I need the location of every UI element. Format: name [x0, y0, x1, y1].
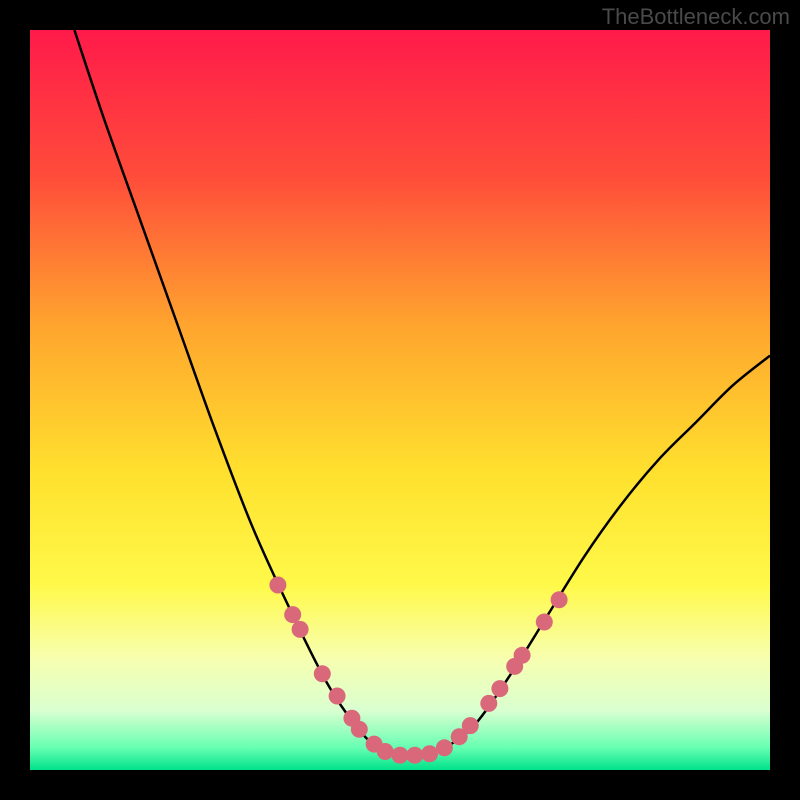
data-marker [284, 606, 301, 623]
data-marker [480, 695, 497, 712]
chart-frame: TheBottleneck.com [0, 0, 800, 800]
data-marker [406, 747, 423, 764]
watermark-text: TheBottleneck.com [602, 4, 790, 30]
curve-layer [30, 30, 770, 770]
data-marker [292, 621, 309, 638]
data-marker [421, 745, 438, 762]
plot-area [30, 30, 770, 770]
data-markers [269, 577, 567, 764]
data-marker [551, 591, 568, 608]
data-marker [392, 747, 409, 764]
data-marker [436, 739, 453, 756]
data-marker [491, 680, 508, 697]
data-marker [314, 665, 331, 682]
data-marker [536, 614, 553, 631]
data-marker [514, 647, 531, 664]
data-marker [462, 717, 479, 734]
data-marker [329, 688, 346, 705]
data-marker [351, 721, 368, 738]
data-marker [269, 577, 286, 594]
bottleneck-curve [74, 30, 770, 756]
data-marker [377, 743, 394, 760]
